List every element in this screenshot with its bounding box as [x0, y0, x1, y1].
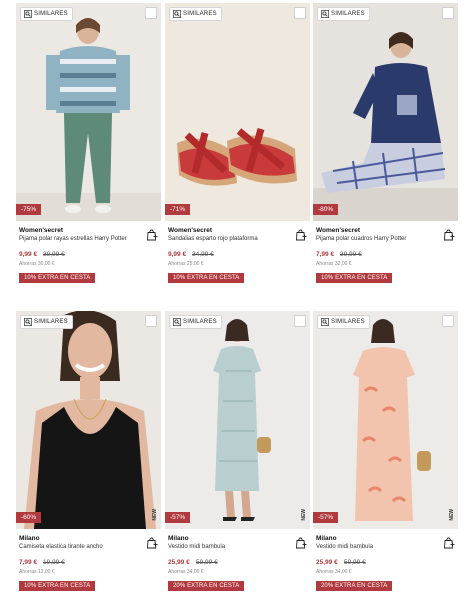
- product-image[interactable]: SIMILARES -75%: [16, 3, 161, 221]
- bag-plus-icon[interactable]: [444, 229, 455, 241]
- product-image[interactable]: SIMILARES -60% NEW: [16, 311, 161, 529]
- similar-label: SIMILARES: [183, 319, 217, 325]
- savings-text: Ahorras 30,00 €: [19, 261, 55, 267]
- search-icon: [24, 318, 32, 326]
- similar-button[interactable]: SIMILARES: [169, 7, 222, 21]
- original-price: 59,99 €: [344, 559, 366, 566]
- similar-button[interactable]: SIMILARES: [317, 315, 370, 329]
- product-price: 25,99 €: [316, 559, 338, 566]
- compare-checkbox[interactable]: [145, 7, 157, 19]
- product-brand: Milano: [19, 535, 40, 542]
- compare-checkbox[interactable]: [442, 7, 454, 19]
- original-price: 39,99 €: [340, 251, 362, 258]
- original-price: 39,99 €: [43, 251, 65, 258]
- similar-label: SIMILARES: [331, 11, 365, 17]
- similar-button[interactable]: SIMILARES: [20, 315, 73, 329]
- product-card[interactable]: SIMILARES -57% NEW Milano Vestido midi b…: [313, 311, 458, 591]
- product-price: 7,99 €: [316, 251, 335, 258]
- product-brand: Milano: [168, 535, 189, 542]
- similar-button[interactable]: SIMILARES: [317, 7, 370, 21]
- product-card[interactable]: SIMILARES -75% Women'secret Pijama polar…: [16, 3, 161, 283]
- extra-discount-badge: 20% EXTRA EN CESTA: [316, 581, 393, 591]
- search-icon: [173, 318, 181, 326]
- similar-label: SIMILARES: [183, 11, 217, 17]
- new-tag: NEW: [449, 509, 455, 521]
- compare-checkbox[interactable]: [294, 315, 306, 327]
- bag-plus-icon[interactable]: [147, 229, 158, 241]
- product-name[interactable]: Pijama polar cuadros Harry Potter: [316, 236, 406, 242]
- original-price: 19,99 €: [43, 559, 65, 566]
- extra-discount-badge: 10% EXTRA EN CESTA: [19, 273, 96, 283]
- product-image[interactable]: SIMILARES -57% NEW: [313, 311, 458, 529]
- product-photo-blue-dress: [165, 311, 310, 529]
- product-brand: Milano: [316, 535, 337, 542]
- product-name[interactable]: Sandalias esparto rojo plataforma: [168, 236, 258, 242]
- discount-badge: -80%: [313, 204, 339, 215]
- discount-badge: -57%: [313, 512, 339, 523]
- product-brand: Women'secret: [168, 227, 213, 234]
- product-image[interactable]: SIMILARES -80%: [313, 3, 458, 221]
- savings-text: Ahorras 25,00 €: [168, 261, 204, 267]
- original-price: 34,99 €: [192, 251, 214, 258]
- savings-text: Ahorras 34,00 €: [316, 569, 352, 575]
- bag-plus-icon[interactable]: [444, 537, 455, 549]
- search-icon: [24, 10, 32, 18]
- savings-text: Ahorras 34,00 €: [168, 569, 204, 575]
- compare-checkbox[interactable]: [145, 315, 157, 327]
- savings-text: Ahorras 32,00 €: [316, 261, 352, 267]
- extra-discount-badge: 10% EXTRA EN CESTA: [19, 581, 96, 591]
- bag-plus-icon[interactable]: [147, 537, 158, 549]
- bag-plus-icon[interactable]: [296, 537, 307, 549]
- new-tag: NEW: [152, 509, 158, 521]
- product-photo-black-tank: [16, 311, 161, 529]
- similar-label: SIMILARES: [34, 11, 68, 17]
- similar-label: SIMILARES: [331, 319, 365, 325]
- search-icon: [321, 10, 329, 18]
- product-card[interactable]: SIMILARES -71% Women'secret Sandalias es…: [165, 3, 310, 283]
- discount-badge: -75%: [16, 204, 42, 215]
- product-price: 9,99 €: [19, 251, 38, 258]
- product-image[interactable]: SIMILARES -71%: [165, 3, 310, 221]
- product-photo-pajama-stripes: [16, 3, 161, 221]
- extra-discount-badge: 10% EXTRA EN CESTA: [316, 273, 393, 283]
- discount-badge: -57%: [165, 512, 191, 523]
- product-photo-coral-dress: [313, 311, 458, 529]
- product-price: 7,99 €: [19, 559, 38, 566]
- extra-discount-badge: 20% EXTRA EN CESTA: [168, 581, 245, 591]
- compare-checkbox[interactable]: [442, 315, 454, 327]
- product-name[interactable]: Vestido midi bambula: [316, 544, 373, 550]
- product-brand: Women'secret: [316, 227, 361, 234]
- product-image[interactable]: SIMILARES -57% NEW: [165, 311, 310, 529]
- bag-plus-icon[interactable]: [296, 229, 307, 241]
- product-brand: Women'secret: [19, 227, 64, 234]
- product-photo-red-sandals: [165, 3, 310, 221]
- similar-button[interactable]: SIMILARES: [169, 315, 222, 329]
- new-tag: NEW: [301, 509, 307, 521]
- search-icon: [321, 318, 329, 326]
- extra-discount-badge: 10% EXTRA EN CESTA: [168, 273, 245, 283]
- product-photo-pajama-plaid: [313, 3, 458, 221]
- similar-button[interactable]: SIMILARES: [20, 7, 73, 21]
- product-name[interactable]: Camiseta elastica tirante ancho: [19, 544, 103, 550]
- similar-label: SIMILARES: [34, 319, 68, 325]
- product-card[interactable]: SIMILARES -57% NEW Milano Vestido midi b…: [165, 311, 310, 591]
- product-name[interactable]: Pijama polar rayas estrellas Harry Potte…: [19, 236, 127, 242]
- product-price: 9,99 €: [168, 251, 187, 258]
- product-price: 25,99 €: [168, 559, 190, 566]
- original-price: 59,99 €: [196, 559, 218, 566]
- product-card[interactable]: SIMILARES -80% Women'secret Pijama polar…: [313, 3, 458, 283]
- compare-checkbox[interactable]: [294, 7, 306, 19]
- product-name[interactable]: Vestido midi bambula: [168, 544, 225, 550]
- discount-badge: -60%: [16, 512, 42, 523]
- savings-text: Ahorras 12,00 €: [19, 569, 55, 575]
- search-icon: [173, 10, 181, 18]
- product-card[interactable]: SIMILARES -60% NEW Milano Camiseta elast…: [16, 311, 161, 591]
- discount-badge: -71%: [165, 204, 191, 215]
